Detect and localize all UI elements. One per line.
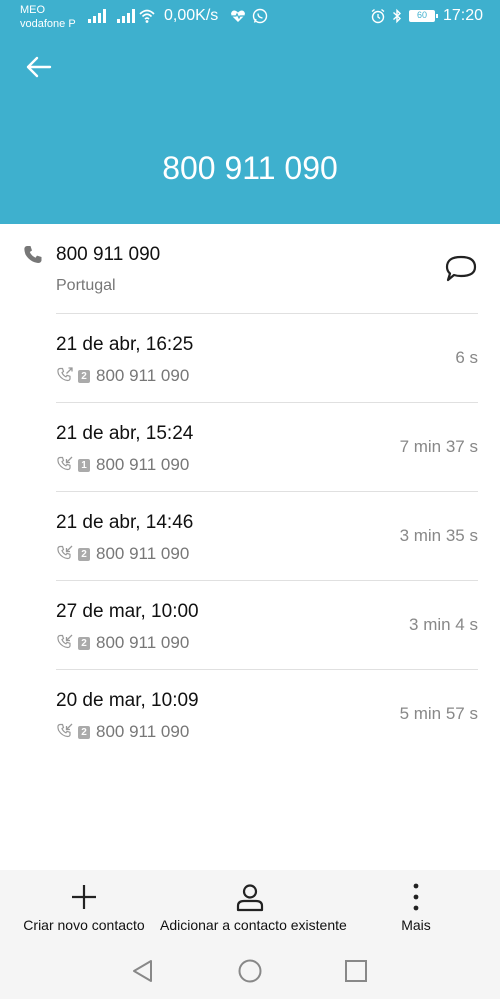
call-duration: 3 min 4 s — [409, 615, 478, 634]
heart-rate-icon — [231, 10, 245, 22]
status-time: 17:20 — [443, 7, 484, 24]
contact-country: Portugal — [56, 277, 116, 294]
contact-number: 800 911 090 — [56, 244, 161, 265]
signal-icon — [88, 9, 106, 23]
call-details: 2 800 911 090 — [56, 722, 189, 742]
add-to-existing-button[interactable]: Adicionar a contacto existente — [160, 870, 347, 942]
status-bar: MEO vodafone P 0,00K/s 60 17:20 — [0, 0, 500, 36]
carrier-name-2: vodafone P — [20, 18, 76, 30]
bluetooth-icon — [393, 8, 402, 24]
sim-badge: 2 — [78, 636, 90, 650]
call-number: 800 911 090 — [96, 366, 190, 385]
navigation-bar — [0, 948, 500, 998]
message-bubble-icon[interactable] — [444, 254, 478, 284]
page-title: 800 911 090 — [162, 150, 338, 186]
whatsapp-icon — [252, 8, 268, 24]
call-details: 1 800 911 090 — [56, 455, 189, 475]
call-duration: 7 min 37 s — [399, 437, 478, 456]
call-log-item[interactable]: 21 de abr, 15:24 1 800 911 090 7 min 37 … — [0, 403, 500, 492]
more-label: Mais — [401, 917, 431, 933]
call-date: 21 de abr, 16:25 — [56, 334, 194, 355]
plus-icon — [72, 885, 96, 909]
nav-recents-icon[interactable] — [343, 958, 369, 984]
incoming-call-icon — [57, 545, 73, 560]
call-details: 2 800 911 090 — [56, 633, 189, 653]
nav-home-icon[interactable] — [237, 958, 263, 984]
incoming-call-icon — [57, 634, 73, 649]
call-number: 800 911 090 — [96, 455, 190, 474]
call-log-item[interactable]: 20 de mar, 10:09 2 800 911 090 5 min 57 … — [0, 670, 500, 759]
wifi-icon — [139, 9, 155, 23]
sim-badge: 1 — [78, 458, 90, 472]
call-date: 27 de mar, 10:00 — [56, 601, 199, 622]
sim-badge: 2 — [78, 547, 90, 561]
phone-icon — [24, 246, 42, 263]
call-number: 800 911 090 — [96, 544, 190, 563]
more-button[interactable]: Mais — [376, 870, 456, 942]
call-number: 800 911 090 — [96, 722, 190, 741]
contact-number-row[interactable]: 800 911 090 Portugal — [0, 224, 500, 314]
nav-back-icon[interactable] — [130, 958, 156, 984]
call-log-item[interactable]: 21 de abr, 16:25 2 800 911 090 6 s — [0, 314, 500, 403]
call-details: 2 800 911 090 — [56, 544, 189, 564]
sim-badge: 2 — [78, 369, 90, 383]
outgoing-call-icon — [57, 367, 73, 382]
incoming-call-icon — [57, 456, 73, 471]
call-date: 21 de abr, 14:46 — [56, 512, 194, 533]
create-contact-label: Criar novo contacto — [23, 917, 145, 933]
call-log-item[interactable]: 21 de abr, 14:46 2 800 911 090 3 min 35 … — [0, 492, 500, 581]
header: MEO vodafone P 0,00K/s 60 17:20 800 911 … — [0, 0, 500, 224]
add-to-existing-label: Adicionar a contacto existente — [160, 917, 347, 933]
call-duration: 5 min 57 s — [399, 704, 478, 723]
call-duration: 6 s — [455, 348, 478, 367]
alarm-icon — [371, 8, 385, 24]
create-contact-button[interactable]: Criar novo contacto — [10, 870, 158, 942]
call-log-item[interactable]: 27 de mar, 10:00 2 800 911 090 3 min 4 s — [0, 581, 500, 670]
more-vert-icon — [413, 883, 419, 911]
call-date: 20 de mar, 10:09 — [56, 690, 199, 711]
call-number: 800 911 090 — [96, 633, 190, 652]
call-details: 2 800 911 090 — [56, 366, 189, 386]
sim-badge: 2 — [78, 725, 90, 739]
person-icon — [236, 884, 264, 912]
battery-icon: 60 — [409, 10, 438, 22]
signal-icon — [117, 9, 135, 23]
bottom-action-bar: Criar novo contacto Adicionar a contacto… — [0, 870, 500, 999]
call-date: 21 de abr, 15:24 — [56, 423, 194, 444]
call-duration: 3 min 35 s — [399, 526, 478, 545]
back-arrow-icon[interactable] — [22, 50, 56, 84]
carrier-name: MEO — [20, 4, 46, 16]
incoming-call-icon — [57, 723, 73, 738]
network-speed: 0,00K/s — [164, 7, 219, 24]
